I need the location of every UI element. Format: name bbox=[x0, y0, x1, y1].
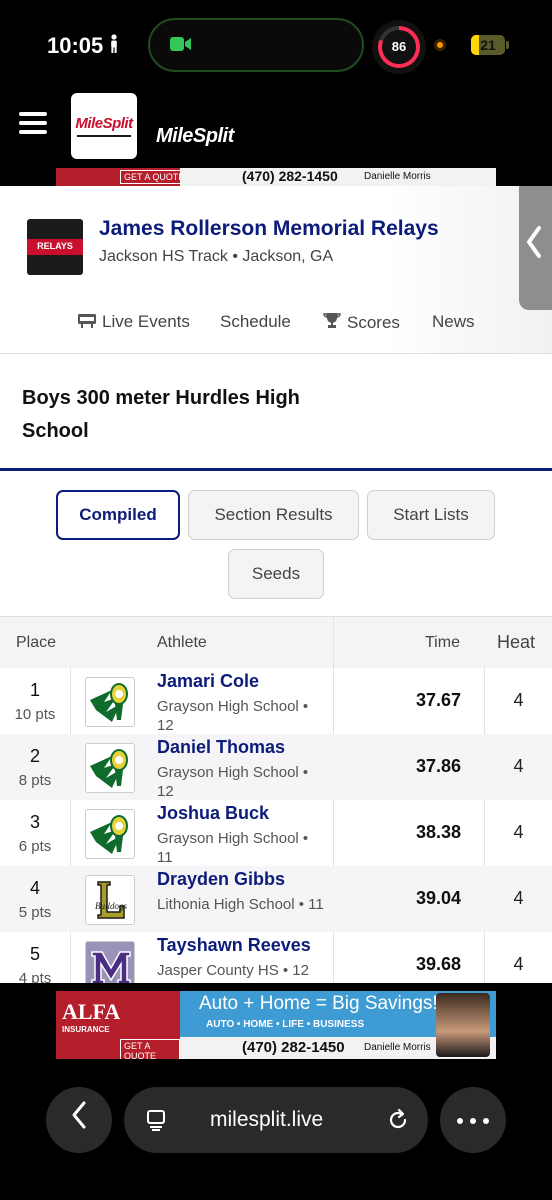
battery-icon: 21 bbox=[471, 35, 505, 55]
ad-banner-bottom[interactable]: ALFA INSURANCE GET A QUOTE Auto + Home =… bbox=[56, 991, 496, 1059]
athlete-name[interactable]: Daniel Thomas bbox=[157, 737, 285, 758]
result-time: 37.67 bbox=[415, 690, 461, 710]
chevron-left-icon bbox=[524, 222, 548, 262]
heat-number: 4 bbox=[513, 756, 524, 776]
heat-number: 4 bbox=[513, 954, 524, 974]
activity-ring-icon: 86 bbox=[372, 20, 426, 74]
status-time: 10:05 bbox=[47, 33, 104, 58]
ad-headline: Auto + Home = Big Savings! bbox=[199, 993, 438, 1014]
more-options-button[interactable] bbox=[440, 1087, 506, 1153]
nav-news[interactable]: News bbox=[432, 312, 475, 332]
nav-scores[interactable]: Scores bbox=[323, 312, 400, 334]
place: 5 bbox=[29, 944, 40, 964]
header-place: Place bbox=[16, 634, 57, 651]
result-time: 38.38 bbox=[415, 822, 461, 842]
facetime-video-icon bbox=[170, 35, 192, 55]
nav-live-events[interactable]: Live Events bbox=[78, 312, 190, 333]
result-time: 39.04 bbox=[415, 888, 461, 908]
trophy-icon bbox=[323, 312, 341, 334]
meet-title[interactable]: James Rollerson Memorial Relays bbox=[99, 217, 439, 241]
result-time: 39.68 bbox=[415, 954, 461, 974]
battery-level: 21 bbox=[480, 37, 496, 53]
dynamic-island[interactable] bbox=[148, 18, 364, 72]
ad-phone: (470) 282-1450 bbox=[242, 1039, 345, 1056]
ad-banner-top[interactable]: GET A QUOTE (470) 282-1450 Danielle Morr… bbox=[56, 168, 496, 186]
status-bar: 10:05 86 21 bbox=[0, 0, 552, 88]
athlete-school: Grayson High School • 12 bbox=[157, 698, 309, 734]
ellipsis-icon bbox=[440, 1101, 506, 1131]
place: 3 bbox=[29, 812, 40, 832]
table-row[interactable]: 3 6 pts Joshua Buck Grayson High School … bbox=[0, 800, 552, 866]
hamburger-menu-icon[interactable] bbox=[19, 112, 47, 134]
meet-location: Jackson HS Track • Jackson, GA bbox=[99, 248, 334, 265]
table-row[interactable]: 2 8 pts Daniel Thomas Grayson High Schoo… bbox=[0, 734, 552, 800]
result-time: 37.86 bbox=[415, 756, 461, 776]
reload-icon[interactable] bbox=[386, 1108, 410, 1137]
grayson-ram-logo-icon bbox=[85, 743, 135, 793]
url-text: milesplit.live bbox=[210, 1108, 324, 1131]
person-icon bbox=[108, 34, 120, 60]
place: 1 bbox=[29, 680, 40, 700]
place: 4 bbox=[29, 878, 40, 898]
heat-number: 4 bbox=[513, 822, 524, 842]
results-page: RELAYS James Rollerson Memorial Relays J… bbox=[0, 186, 552, 983]
scoreboard-icon bbox=[78, 313, 96, 333]
milesplit-brand-text[interactable]: MileSplit bbox=[156, 125, 234, 148]
grayson-ram-logo-icon bbox=[85, 677, 135, 727]
svg-text:Bulldogs: Bulldogs bbox=[95, 901, 127, 911]
agent-photo bbox=[436, 993, 490, 1057]
header-athlete: Athlete bbox=[157, 634, 207, 651]
points: 8 pts bbox=[18, 772, 52, 789]
points: 10 pts bbox=[14, 706, 56, 723]
results-table-header: Place Athlete Time Heat bbox=[0, 616, 552, 668]
tab-seeds[interactable]: Seeds bbox=[228, 549, 324, 599]
nav-schedule[interactable]: Schedule bbox=[220, 312, 291, 332]
activity-ring-value: 86 bbox=[382, 30, 416, 64]
lithonia-l-logo-icon: Bulldogs bbox=[85, 875, 135, 925]
tab-start-lists[interactable]: Start Lists bbox=[367, 490, 495, 540]
address-bar[interactable]: milesplit.live bbox=[124, 1087, 428, 1153]
tab-overview-icon[interactable] bbox=[146, 1109, 168, 1136]
athlete-school: Jasper County HS • 12 bbox=[157, 962, 309, 979]
ad-subline: AUTO • HOME • LIFE • BUSINESS bbox=[206, 1019, 365, 1030]
divider bbox=[0, 468, 552, 471]
athlete-name[interactable]: Joshua Buck bbox=[157, 803, 269, 824]
table-row[interactable]: 4 5 pts Bulldogs Drayden Gibbs Lithonia … bbox=[0, 866, 552, 932]
chevron-left-icon bbox=[70, 1100, 88, 1138]
meet-header: RELAYS James Rollerson Memorial Relays J… bbox=[0, 186, 552, 354]
meet-logo: RELAYS bbox=[27, 219, 83, 275]
side-drawer-toggle[interactable] bbox=[519, 186, 552, 310]
athlete-name[interactable]: Tayshawn Reeves bbox=[157, 935, 311, 956]
points: 5 pts bbox=[18, 904, 52, 921]
points: 6 pts bbox=[18, 838, 52, 855]
header-time: Time bbox=[425, 634, 460, 651]
heat-number: 4 bbox=[513, 690, 524, 710]
browser-toolbar: milesplit.live bbox=[0, 1059, 552, 1200]
points: 4 pts bbox=[18, 970, 52, 983]
privacy-indicator-icon bbox=[434, 39, 446, 51]
milesplit-logo[interactable]: MileSplit bbox=[71, 93, 137, 159]
tab-section-results[interactable]: Section Results bbox=[188, 490, 359, 540]
athlete-name[interactable]: Jamari Cole bbox=[157, 671, 259, 692]
heat-number: 4 bbox=[513, 888, 524, 908]
tab-compiled[interactable]: Compiled bbox=[56, 490, 180, 540]
header-heat: Heat bbox=[497, 632, 536, 652]
grayson-ram-logo-icon bbox=[85, 809, 135, 859]
ad-agent: Danielle Morris bbox=[364, 1042, 431, 1053]
back-button[interactable] bbox=[46, 1087, 112, 1153]
athlete-name[interactable]: Drayden Gibbs bbox=[157, 869, 285, 890]
athlete-school: Lithonia High School • 11 bbox=[157, 896, 324, 913]
athlete-school: Grayson High School • 11 bbox=[157, 830, 309, 866]
place: 2 bbox=[29, 746, 40, 766]
table-row[interactable]: 1 10 pts Jamari Cole Grayson High School… bbox=[0, 668, 552, 734]
jasper-m-logo-icon bbox=[85, 941, 135, 983]
event-title: Boys 300 meter Hurdles High School bbox=[22, 387, 300, 442]
alfa-logo: ALFA INSURANCE GET A QUOTE bbox=[56, 991, 180, 1059]
athlete-school: Grayson High School • 12 bbox=[157, 764, 309, 800]
app-header: MileSplit MileSplit bbox=[0, 88, 552, 168]
table-row[interactable]: 5 4 pts Tayshawn Reeves Jasper County HS… bbox=[0, 932, 552, 983]
